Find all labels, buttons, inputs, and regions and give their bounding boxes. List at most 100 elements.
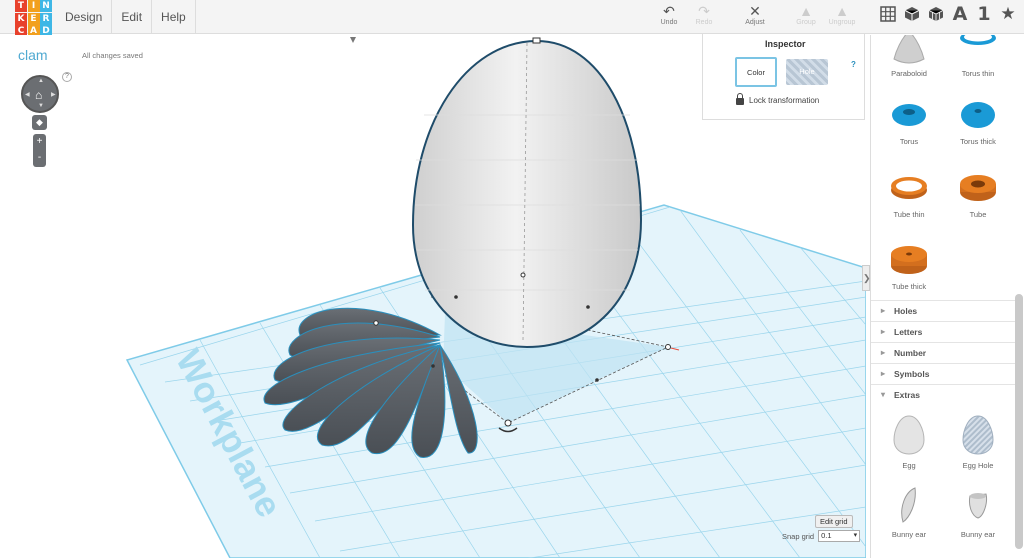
menu-edit[interactable]: Edit [112, 0, 153, 34]
tube-icon [960, 175, 996, 201]
snap-grid: Snap grid 0.1 [782, 530, 861, 542]
shape-egg-hole[interactable]: Egg Hole [941, 413, 1015, 470]
category-extras[interactable]: Extras [871, 384, 1016, 405]
grid-view-icon[interactable] [878, 3, 898, 25]
orbit-up-icon[interactable]: ▲ [38, 78, 44, 84]
logo-letter: R [40, 12, 52, 25]
orbit-left-icon[interactable]: ◀ [25, 91, 30, 98]
hole-button[interactable]: Hole [786, 59, 828, 85]
orbit-right-icon[interactable]: ▶ [51, 91, 56, 98]
tube-thick-icon [891, 246, 927, 274]
category-symbols[interactable]: Symbols [871, 363, 1016, 384]
shape-label: Tube thin [893, 210, 925, 219]
shape-bunny-ear-2[interactable]: Bunny ear [941, 486, 1015, 539]
group-label: Group [796, 19, 816, 26]
category-number[interactable]: Number [871, 342, 1016, 363]
undo-label: Undo [660, 19, 678, 26]
shape-tube-thin[interactable]: Tube thin [872, 170, 946, 219]
viewport-help[interactable]: ? [62, 72, 72, 82]
home-icon[interactable]: ⌂ [35, 88, 42, 102]
torus-thick-icon [961, 102, 995, 128]
bunny-ear-2-icon [969, 493, 987, 519]
color-button[interactable]: Color [735, 57, 777, 87]
box-view-icon[interactable] [902, 3, 922, 25]
ungroup-button[interactable]: ▲ Ungroup [822, 3, 862, 27]
egg-shape[interactable] [411, 37, 643, 349]
lock-transformation[interactable]: Lock transformation [736, 93, 820, 105]
menu-design[interactable]: Design [56, 0, 113, 34]
tube-thin-icon [891, 177, 927, 199]
logo-letter: K [15, 12, 27, 25]
redo-arrow-icon: ↷ [698, 3, 710, 19]
egg-hole-icon [962, 415, 994, 455]
shape-label: Egg Hole [962, 461, 994, 470]
main-menu: Design Edit Help [56, 0, 196, 34]
rotate-handle[interactable] [504, 419, 512, 427]
zoom-out-button[interactable]: - [33, 150, 46, 166]
edit-grid-button[interactable]: Edit grid [815, 515, 853, 528]
shape-tube[interactable]: Tube [941, 170, 1015, 219]
tinkercad-logo[interactable]: TINKERCAD [15, 0, 52, 37]
shape-label: Bunny ear [891, 530, 927, 539]
torus-thin-icon [960, 35, 996, 45]
handle[interactable] [431, 364, 435, 368]
inspector-panel: Inspector ? Color Hole Lock transformati… [702, 34, 865, 120]
redo-label: Redo [695, 19, 713, 26]
logo-letter: T [15, 0, 27, 12]
text-view-button[interactable]: A [950, 3, 970, 25]
shape-bunny-ear[interactable]: Bunny ear [872, 486, 946, 539]
shape-tube-thick[interactable]: Tube thick [872, 242, 946, 291]
shape-egg[interactable]: Egg [872, 413, 946, 470]
star-icon[interactable]: ★ [998, 3, 1018, 25]
shape-label: Tube thick [891, 282, 927, 291]
group-icon: ▲ [799, 3, 813, 19]
view-cube-button[interactable]: ◆ [32, 115, 47, 130]
adjust-button[interactable]: ✕ Adjust [735, 3, 775, 27]
ungroup-icon: ▲ [835, 3, 849, 19]
logo-letter: I [27, 0, 40, 12]
lock-label: Lock transformation [749, 96, 820, 105]
bunny-ear-icon [901, 487, 916, 523]
inspector-help[interactable]: ? [851, 60, 856, 69]
shape-paraboloid[interactable]: Paraboloid [872, 35, 946, 78]
category-holes[interactable]: Holes [871, 300, 1016, 321]
group-button[interactable]: ▲ Group [786, 3, 826, 27]
shape-label: Paraboloid [891, 69, 927, 78]
view-arrow-icon[interactable] [350, 37, 356, 43]
save-status: All changes saved [82, 51, 143, 60]
shape-label: Tube [969, 210, 987, 219]
shape-label: Bunny ear [960, 530, 996, 539]
undo-button[interactable]: ↶ Undo [649, 3, 689, 27]
shape-torus-thin[interactable]: Torus thin [941, 35, 1015, 78]
shape-label: Torus thin [961, 69, 995, 78]
snap-grid-select[interactable]: 0.1 [818, 530, 861, 542]
design-title[interactable]: clam [18, 47, 48, 63]
menu-help[interactable]: Help [152, 0, 196, 34]
snap-grid-label: Snap grid [782, 531, 815, 541]
shape-torus[interactable]: Torus [872, 97, 946, 146]
panel-scrollbar[interactable] [1015, 294, 1023, 549]
orbit-down-icon[interactable]: ▼ [38, 103, 44, 109]
zoom-control: + - [33, 134, 46, 167]
shapes-panel: Paraboloid Torus thin Torus Torus thick … [870, 35, 1024, 558]
zoom-in-button[interactable]: + [33, 134, 46, 150]
paraboloid-icon [893, 35, 925, 64]
view-buttons: A 1 ★ [878, 3, 1018, 25]
handle[interactable] [595, 378, 599, 382]
lock-icon [736, 93, 744, 105]
torus-icon [892, 104, 926, 126]
shape-label: Torus [899, 137, 919, 146]
number-view-button[interactable]: 1 [974, 3, 994, 25]
handle[interactable] [373, 320, 379, 326]
redo-button[interactable]: ↷ Redo [684, 3, 724, 27]
orbit-wheel[interactable]: ⌂ ▲ ▼ ◀ ▶ [21, 75, 59, 113]
egg-icon [893, 415, 925, 455]
shape-torus-thick[interactable]: Torus thick [941, 97, 1015, 146]
category-letters[interactable]: Letters [871, 321, 1016, 342]
bricks-view-icon[interactable] [926, 3, 946, 25]
adjust-icon: ✕ [749, 3, 761, 19]
undo-arrow-icon: ↶ [663, 3, 675, 19]
collapse-panel-button[interactable]: ❯ [862, 265, 871, 291]
resize-handle[interactable] [665, 344, 671, 350]
top-bar: TINKERCAD Design Edit Help ↶ Undo ↷ Redo… [0, 0, 1024, 37]
